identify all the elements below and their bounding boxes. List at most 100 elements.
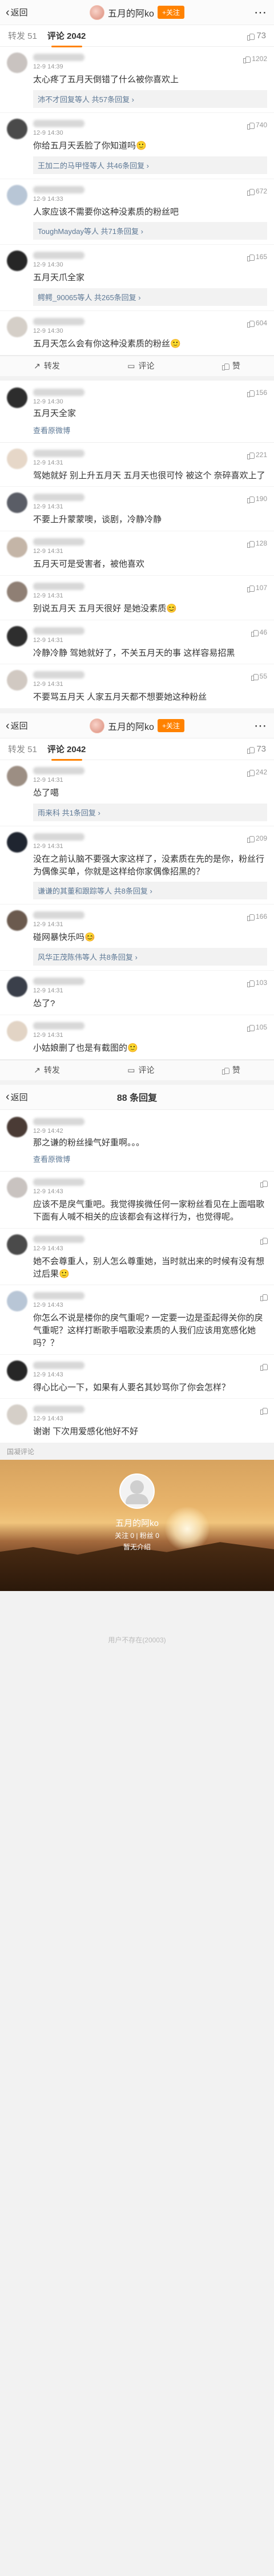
follow-button[interactable]: +关注 xyxy=(157,719,184,732)
avatar[interactable] xyxy=(7,387,27,408)
blurred-username[interactable] xyxy=(33,1292,84,1300)
blurred-username[interactable] xyxy=(33,978,84,985)
repost-button[interactable]: ↗ 转发 xyxy=(34,360,60,372)
like-icon-button[interactable] xyxy=(260,1180,268,1188)
view-original-link[interactable]: 查看原微博 xyxy=(33,1153,267,1164)
comment-item[interactable]: 12-9 14:43 得心比心一下，如果有人要名其妙骂你了你会怎样？ xyxy=(0,1355,274,1399)
comment-button[interactable]: ▭ 评论 xyxy=(127,1064,154,1076)
blurred-username[interactable] xyxy=(33,911,84,919)
avatar[interactable] xyxy=(7,670,27,691)
comment-likes[interactable]: 107 xyxy=(247,584,267,592)
default-avatar-icon[interactable] xyxy=(119,1473,155,1509)
tab-repost[interactable]: 转发 51 xyxy=(8,30,37,42)
avatar[interactable] xyxy=(7,317,27,337)
blurred-username[interactable] xyxy=(33,388,84,396)
like-icon-button[interactable] xyxy=(260,1293,268,1302)
avatar[interactable] xyxy=(7,1234,27,1255)
like-icon-button[interactable] xyxy=(260,1237,268,1245)
avatar[interactable] xyxy=(7,625,27,647)
avatar[interactable] xyxy=(7,976,27,997)
reply-summary-link[interactable]: 鳄鳄_90065等人 共265条回复 › xyxy=(33,288,267,306)
reply-summary-link[interactable]: 雨来科 共1条回复 › xyxy=(33,803,267,821)
back-button[interactable]: ‹ 返回 xyxy=(6,1091,28,1103)
comment-likes[interactable]: 1202 xyxy=(243,55,267,63)
comment-item[interactable]: 12-9 14:31 没在之前认脑不要强大家这样了，没素质在先的是你，粉丝行为偶像… xyxy=(0,826,274,905)
blurred-username[interactable] xyxy=(33,1361,84,1369)
reply-summary-link[interactable]: ToughMayday等人 共71条回复 › xyxy=(33,222,267,240)
blurred-username[interactable] xyxy=(33,833,84,841)
comment-likes[interactable]: 190 xyxy=(247,495,267,504)
blurred-username[interactable] xyxy=(33,494,84,502)
avatar[interactable] xyxy=(90,5,105,20)
comment-item[interactable]: 12-9 14:30 你给五月天丢脸了你知道吗🙂 王加二的马甲怪等人 共46条回复 … xyxy=(0,113,274,179)
comment-item[interactable]: 12-9 14:30 五月天怎么会有你这种没素质的粉丝🙂 604 xyxy=(0,311,274,356)
avatar[interactable] xyxy=(7,118,27,139)
tab-comment[interactable]: 评论 2042 xyxy=(47,743,86,761)
blurred-username[interactable] xyxy=(33,582,84,590)
blurred-username[interactable] xyxy=(33,627,84,635)
back-button[interactable]: ‹ 返回 xyxy=(6,6,28,18)
avatar[interactable] xyxy=(7,448,27,469)
reply-summary-link[interactable]: 沛不才回复等人 共57条回复 › xyxy=(33,90,267,108)
like-button[interactable]: 赞 xyxy=(221,1064,240,1076)
comment-item[interactable]: 12-9 14:43 你怎么不说是楼你的戾气重呢? 一定要一边是歪起得关你的戾气重… xyxy=(0,1285,274,1355)
blurred-username[interactable] xyxy=(33,1021,84,1029)
blurred-username[interactable] xyxy=(33,1235,84,1243)
comment-likes[interactable]: 128 xyxy=(247,539,267,548)
more-options-icon[interactable]: ⋯ xyxy=(254,718,267,733)
comment-likes[interactable]: 242 xyxy=(247,768,267,777)
avatar[interactable] xyxy=(7,831,27,853)
comment-item[interactable]: 12-9 14:33 人家应该不需要你这种没素质的粉丝吧 ToughMayday等人… xyxy=(0,179,274,245)
avatar[interactable] xyxy=(7,537,27,558)
blurred-username[interactable] xyxy=(33,318,84,325)
avatar[interactable] xyxy=(7,1360,27,1381)
avatar[interactable] xyxy=(7,1404,27,1426)
blurred-username[interactable] xyxy=(33,671,84,679)
comment-item[interactable]: 12-9 14:31 怂了噶 雨来科 共1条回复 › 242 xyxy=(0,760,274,826)
comment-likes[interactable]: 209 xyxy=(247,834,267,843)
comment-likes[interactable]: 156 xyxy=(247,389,267,397)
comment-item[interactable]: 12-9 14:31 小姑娘删了也是有截图的🙂 105 xyxy=(0,1015,274,1060)
like-icon-button[interactable] xyxy=(260,1407,268,1415)
comment-item[interactable]: 12-9 14:31 碰网暴快乐吗😊 风华正茂陈伟等人 共8条回复 › 166 xyxy=(0,905,274,971)
comment-item[interactable]: 12-9 14:31 怂了? 103 xyxy=(0,971,274,1015)
back-button[interactable]: ‹ 返回 xyxy=(6,720,28,732)
avatar[interactable] xyxy=(7,53,27,73)
avatar[interactable] xyxy=(7,1291,27,1312)
comment-item[interactable]: 12-9 14:43 她不会尊重人，别人怎么尊重她，当时就出来的时候有没有想过后果… xyxy=(0,1229,274,1286)
avatar[interactable] xyxy=(7,1116,27,1137)
blurred-username[interactable] xyxy=(33,1178,84,1186)
blurred-username[interactable] xyxy=(33,185,84,193)
reply-summary-link[interactable]: 谦谦的其董和跟踪等人 共8条回复 › xyxy=(33,882,267,900)
like-icon-button[interactable] xyxy=(260,1363,268,1371)
avatar[interactable] xyxy=(7,1177,27,1198)
comment-item[interactable]: 12-9 14:31 不要上升蒙蒙噢，谈剧，冷静冷静 190 xyxy=(0,487,274,531)
like-button[interactable]: 赞 xyxy=(221,360,240,372)
comment-likes[interactable]: 55 xyxy=(251,672,267,681)
comment-item[interactable]: 12-9 14:39 太心疼了五月天倒错了什么被你喜欢上 沛不才回复等人 共57条回… xyxy=(0,47,274,113)
comment-likes[interactable]: 46 xyxy=(251,628,267,637)
comment-likes[interactable]: 221 xyxy=(247,451,267,459)
blurred-username[interactable] xyxy=(33,767,84,774)
comment-item[interactable]: 12-9 14:43 谢谢 下次用爱感化他好不好 xyxy=(0,1399,274,1443)
comment-item[interactable]: 12-9 14:31 不要骂五月天 人家五月天都不想要她这种粉丝 55 xyxy=(0,664,274,709)
avatar[interactable] xyxy=(7,1020,27,1041)
comment-item[interactable]: 12-9 14:31 冷静冷静 驾她就好了，不关五月天的事 这样容易招黑 46 xyxy=(0,620,274,665)
comment-item[interactable]: 12-9 14:43 应该不是戾气重吧。我觉得挨微任何一家粉丝看见在上面唱歌下面有… xyxy=(0,1172,274,1229)
follow-button[interactable]: +关注 xyxy=(157,6,184,19)
comment-likes[interactable]: 165 xyxy=(247,253,267,262)
reply-summary-link[interactable]: 王加二的马甲怪等人 共46条回复 › xyxy=(33,156,267,174)
repost-button[interactable]: ↗ 转发 xyxy=(34,1064,60,1076)
avatar[interactable] xyxy=(7,581,27,602)
tab-likes[interactable]: 73 xyxy=(247,31,266,41)
avatar[interactable] xyxy=(7,251,27,272)
avatar[interactable] xyxy=(7,184,27,205)
comment-likes[interactable]: 103 xyxy=(247,979,267,987)
comment-button[interactable]: ▭ 评论 xyxy=(127,360,154,372)
tab-likes[interactable]: 73 xyxy=(247,744,266,754)
blurred-username[interactable] xyxy=(33,1117,84,1125)
comment-item[interactable]: 12-9 14:31 五月天可是受害者，被他喜欢 128 xyxy=(0,531,274,576)
blurred-username[interactable] xyxy=(33,449,84,457)
view-original-link[interactable]: 查看原微博 xyxy=(33,425,267,435)
post-author[interactable]: 五月的阿ko +关注 xyxy=(90,5,184,20)
